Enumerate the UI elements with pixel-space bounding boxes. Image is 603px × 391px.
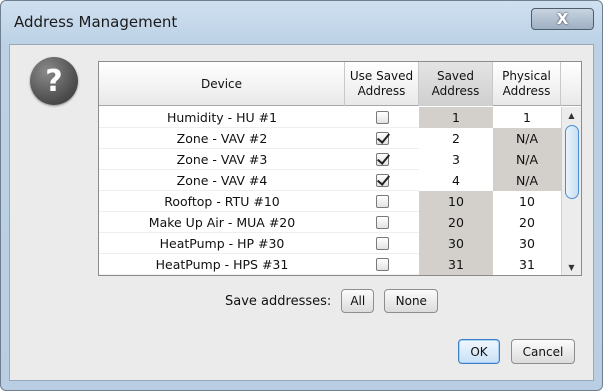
vertical-scrollbar[interactable]: ▲ ▼ [561, 107, 581, 275]
saved-address-cell[interactable]: 3 [419, 149, 493, 170]
use-saved-address-cell [345, 170, 419, 191]
saved-address-cell[interactable]: 1 [419, 107, 493, 128]
physical-address-cell: N/A [493, 128, 561, 149]
use-saved-address-checkbox[interactable] [375, 174, 389, 187]
use-saved-address-cell [345, 254, 419, 275]
scroll-down-icon[interactable]: ▼ [564, 260, 579, 274]
saved-address-cell[interactable]: 30 [419, 233, 493, 254]
table-body: Humidity - HU #1 1 1 Zone - VAV #2 2 N/A Zone … [99, 107, 561, 275]
device-name-cell: Rooftop - RTU #10 [164, 194, 280, 209]
scroll-up-icon[interactable]: ▲ [564, 108, 579, 122]
saved-address-cell[interactable]: 31 [419, 254, 493, 275]
device-name-cell: Zone - VAV #2 [176, 131, 268, 146]
saved-address-cell[interactable]: 4 [419, 170, 493, 191]
device-name-cell: Humidity - HU #1 [166, 110, 278, 125]
table-row[interactable]: Zone - VAV #2 2 N/A [99, 128, 561, 149]
dialog-content: ? Device Use Saved Address Saved Address P… [9, 44, 594, 381]
saved-address-cell[interactable]: 2 [419, 128, 493, 149]
table-row[interactable]: Humidity - HU #1 1 1 [99, 107, 561, 128]
device-name-cell: Make Up Air - MUA #20 [148, 215, 296, 230]
close-icon: X [556, 10, 569, 28]
column-header-device[interactable]: Device [99, 62, 345, 106]
window-title: Address Management [14, 13, 178, 31]
use-saved-address-checkbox[interactable] [375, 258, 389, 271]
physical-address-cell: 30 [493, 233, 561, 254]
column-header-physical-address[interactable]: Physical Address [493, 62, 561, 106]
column-header-corner [561, 62, 581, 106]
column-header-use-saved-address[interactable]: Use Saved Address [345, 62, 419, 106]
use-saved-address-cell [345, 212, 419, 233]
save-none-button[interactable]: None [384, 289, 439, 313]
use-saved-address-cell [345, 191, 419, 212]
device-name-cell: Zone - VAV #3 [176, 152, 268, 167]
close-button[interactable]: X [531, 8, 594, 30]
question-icon: ? [30, 57, 78, 105]
address-management-dialog: Address Management X ? Device Use Saved A… [0, 0, 603, 391]
table-row[interactable]: Rooftop - RTU #10 10 10 [99, 191, 561, 212]
column-header-saved-address[interactable]: Saved Address [419, 62, 493, 106]
use-saved-address-cell [345, 233, 419, 254]
table-row[interactable]: HeatPump - HP #30 30 30 [99, 233, 561, 254]
device-name-cell: HeatPump - HPS #31 [155, 257, 289, 272]
physical-address-cell: 1 [493, 107, 561, 128]
table-row[interactable]: Zone - VAV #4 4 N/A [99, 170, 561, 191]
physical-address-cell: N/A [493, 149, 561, 170]
table-header: Device Use Saved Address Saved Address Phy… [99, 62, 581, 106]
use-saved-address-cell [345, 128, 419, 149]
ok-button[interactable]: OK [458, 339, 500, 364]
save-addresses-label: Save addresses: [225, 293, 332, 309]
physical-address-cell: 31 [493, 254, 561, 275]
use-saved-address-checkbox[interactable] [375, 153, 389, 166]
use-saved-address-checkbox[interactable] [375, 195, 389, 208]
use-saved-address-cell [345, 149, 419, 170]
saved-address-cell[interactable]: 10 [419, 191, 493, 212]
use-saved-address-checkbox[interactable] [375, 132, 389, 145]
physical-address-cell: N/A [493, 170, 561, 191]
address-table: Device Use Saved Address Saved Address Phy… [98, 61, 582, 276]
use-saved-address-checkbox[interactable] [375, 111, 389, 124]
title-bar[interactable]: Address Management X [1, 1, 602, 45]
device-name-cell: HeatPump - HP #30 [159, 236, 285, 251]
table-row[interactable]: Zone - VAV #3 3 N/A [99, 149, 561, 170]
saved-address-cell[interactable]: 20 [419, 212, 493, 233]
scrollbar-thumb[interactable] [565, 125, 579, 199]
physical-address-cell: 20 [493, 212, 561, 233]
device-name-cell: Zone - VAV #4 [176, 173, 268, 188]
physical-address-cell: 10 [493, 191, 561, 212]
save-all-button[interactable]: All [341, 289, 375, 313]
cancel-button[interactable]: Cancel [511, 339, 575, 364]
use-saved-address-checkbox[interactable] [375, 237, 389, 250]
question-glyph: ? [45, 63, 63, 99]
use-saved-address-cell [345, 107, 419, 128]
use-saved-address-checkbox[interactable] [375, 216, 389, 229]
table-row[interactable]: Make Up Air - MUA #20 20 20 [99, 212, 561, 233]
save-addresses-row: Save addresses: All None [225, 289, 439, 313]
table-row[interactable]: HeatPump - HPS #31 31 31 [99, 254, 561, 275]
